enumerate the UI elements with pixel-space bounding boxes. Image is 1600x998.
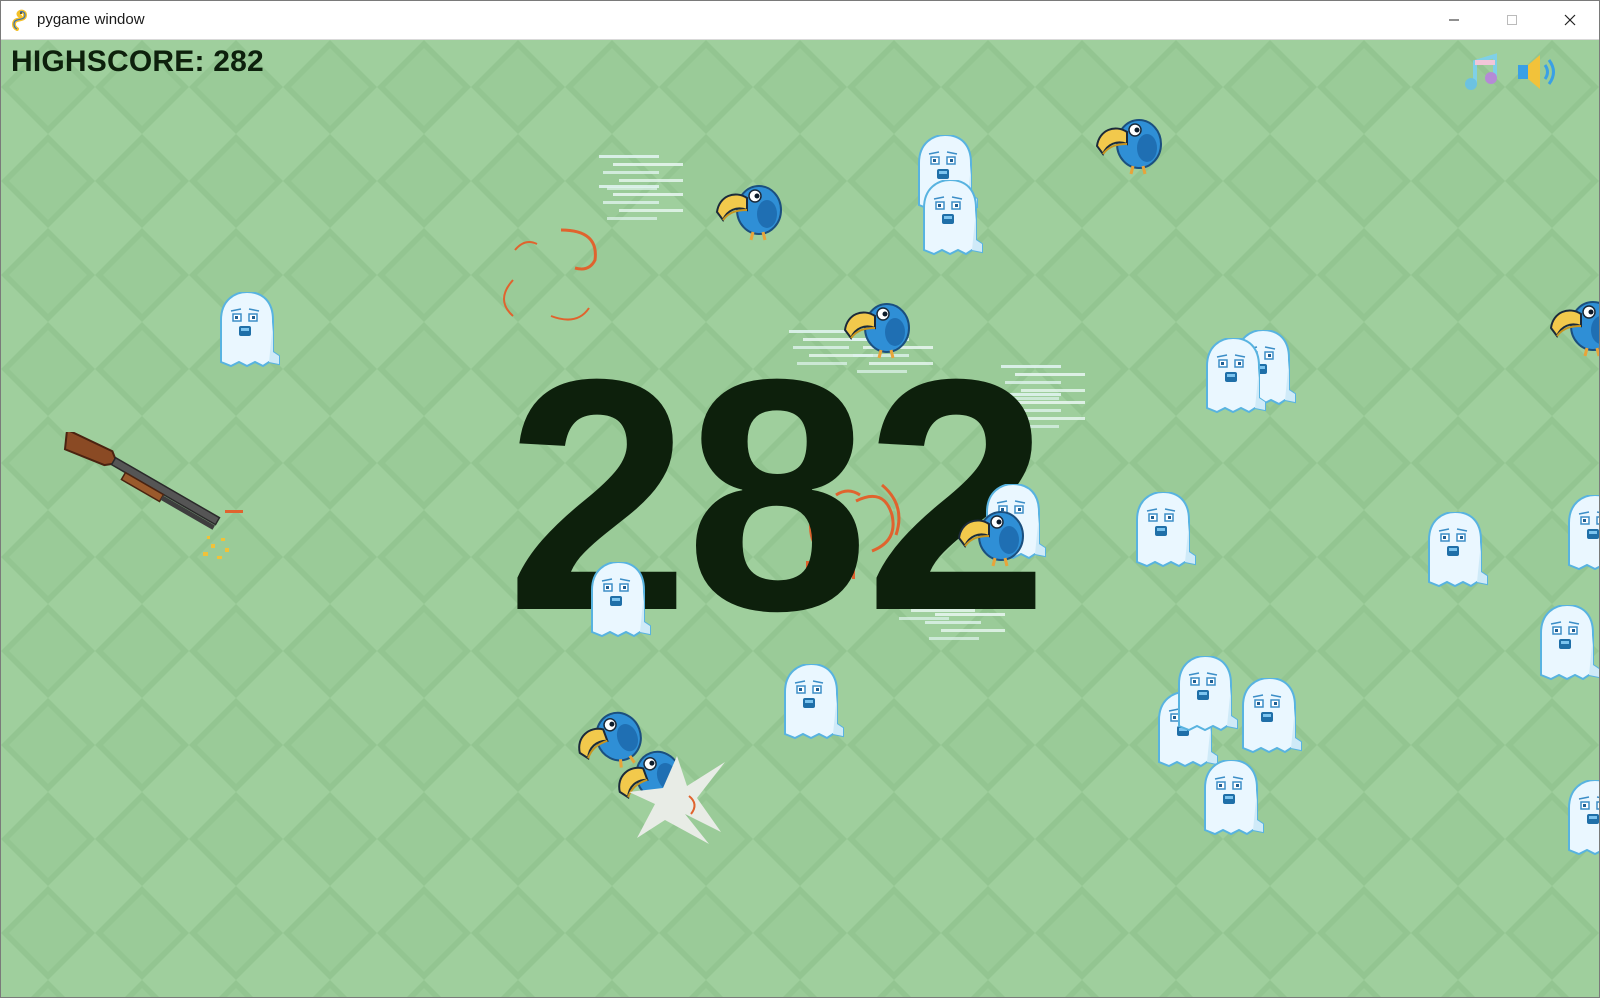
highscore-label: HIGHSCORE: 282 — [11, 45, 264, 78]
toucan-bird-enemy[interactable] — [1549, 292, 1599, 360]
speed-lines-effect — [599, 155, 683, 220]
ghost-enemy[interactable] — [1561, 780, 1599, 858]
title-bar[interactable]: pygame window — [1, 1, 1599, 40]
toucan-bird-enemy[interactable] — [957, 502, 1031, 570]
toucan-bird-enemy[interactable] — [715, 176, 789, 244]
shotgun-sprite — [63, 432, 243, 559]
toucan-bird-enemy[interactable] — [843, 294, 917, 362]
ghost-enemy[interactable] — [1199, 338, 1271, 416]
impact-splash-effect — [629, 756, 725, 844]
ghost-enemy[interactable] — [584, 562, 656, 640]
maximize-button[interactable] — [1483, 1, 1541, 39]
maximize-icon — [1507, 15, 1517, 25]
ghost-enemy[interactable] — [1129, 492, 1201, 570]
music-toggle-icon[interactable] — [1461, 50, 1505, 94]
minimize-button[interactable] — [1425, 1, 1483, 39]
game-canvas[interactable]: HIGHSCORE: 282 282 — [1, 40, 1599, 997]
ghost-enemy[interactable] — [1561, 495, 1599, 573]
ghost-enemy[interactable] — [1197, 760, 1269, 838]
toucan-bird-enemy[interactable] — [1095, 110, 1169, 178]
window-title: pygame window — [37, 11, 145, 28]
ghost-enemy[interactable] — [213, 292, 285, 370]
ghost-enemy[interactable] — [1421, 512, 1493, 590]
ghost-enemy[interactable] — [916, 180, 988, 258]
ghost-enemy[interactable] — [1235, 678, 1307, 756]
game-window: pygame window HIGHSCORE: 282 282 — [0, 0, 1600, 998]
close-button[interactable] — [1541, 1, 1599, 39]
pygame-snake-icon — [12, 9, 28, 31]
ghost-enemy[interactable] — [1171, 656, 1243, 734]
sound-toggle-icon[interactable] — [1516, 52, 1560, 92]
close-icon — [1564, 14, 1576, 26]
minimize-icon — [1449, 19, 1459, 21]
ghost-enemy[interactable] — [1533, 605, 1599, 683]
ghost-enemy[interactable] — [777, 664, 849, 742]
